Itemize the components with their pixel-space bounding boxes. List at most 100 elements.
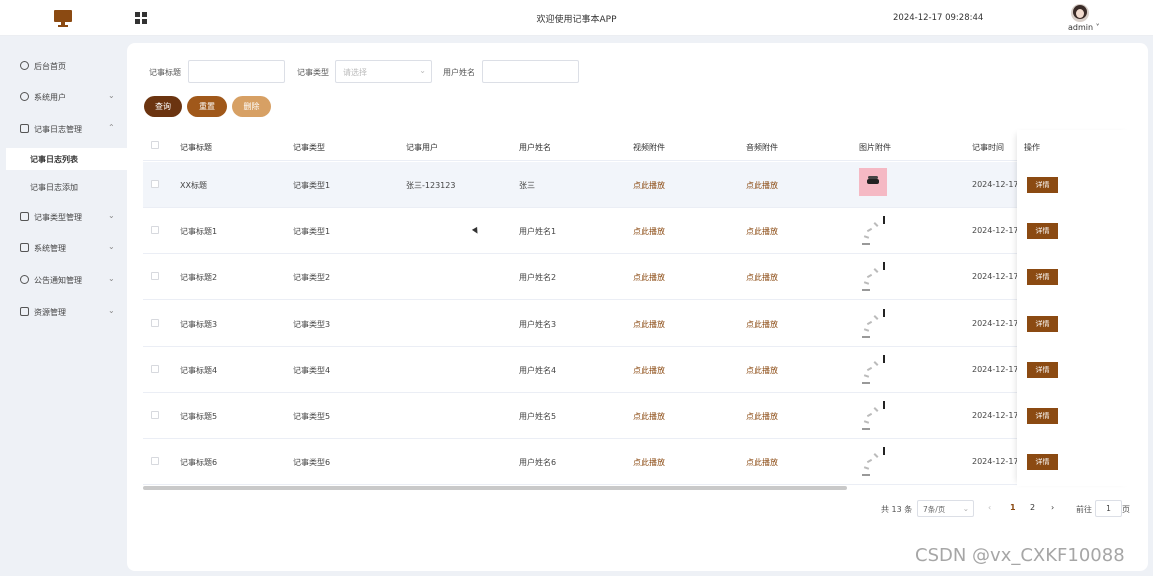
detail-button[interactable]: 详情 — [1027, 177, 1058, 193]
cell-type: 记事类型6 — [293, 458, 331, 468]
cell-title: 记事标题2 — [180, 273, 218, 283]
page-2-button[interactable]: 2 — [1030, 503, 1035, 512]
chevron-down-icon: ⌄ — [419, 66, 426, 75]
reset-button[interactable]: 重置 — [187, 96, 227, 117]
cell-audio[interactable]: 点此播放 — [746, 226, 778, 237]
cell-name: 用户姓名6 — [519, 458, 557, 468]
database-icon — [20, 307, 29, 316]
title-filter-input[interactable] — [188, 60, 285, 83]
detail-button[interactable]: 详情 — [1027, 454, 1058, 471]
sidebar-item-home[interactable]: 后台首页 — [0, 55, 127, 77]
title-filter-label: 记事标题 — [149, 68, 181, 77]
cell-video[interactable]: 点此播放 — [633, 365, 665, 376]
page-size-select[interactable]: 7条/页 ⌄ — [917, 500, 974, 517]
prev-page-button[interactable]: ‹ — [988, 503, 991, 512]
table-row[interactable]: 记事标题5 记事类型5 用户姓名5 点此播放 点此播放 2024-12-17 0 — [143, 393, 1133, 439]
image-icon — [20, 243, 29, 252]
cell-title: 记事标题1 — [180, 227, 218, 237]
column-header: 记事用户 — [406, 143, 438, 152]
cell-audio[interactable]: 点此播放 — [746, 457, 778, 468]
row-checkbox[interactable] — [151, 180, 159, 188]
select-all-checkbox[interactable] — [151, 141, 159, 149]
column-header: 记事时间 — [972, 143, 1004, 152]
sidebar-item-notes-log[interactable]: 记事日志管理 ⌃ — [0, 118, 127, 140]
table-row[interactable]: 记事标题6 记事类型6 用户姓名6 点此播放 点此播放 2024-12-17 0 — [143, 439, 1133, 486]
row-checkbox[interactable] — [151, 411, 159, 419]
cell-name: 用户姓名1 — [519, 227, 557, 237]
cell-audio[interactable]: 点此播放 — [746, 272, 778, 283]
column-header: 用户姓名 — [519, 143, 551, 152]
top-bar: 欢迎使用记事本APP 2024-12-17 09:28:44 admin ˅ — [0, 0, 1153, 36]
row-checkbox[interactable] — [151, 364, 159, 373]
image-thumbnail[interactable] — [859, 168, 887, 196]
type-filter-label: 记事类型 — [297, 68, 329, 77]
cell-audio[interactable]: 点此播放 — [746, 411, 778, 422]
row-checkbox[interactable] — [151, 457, 159, 466]
type-filter-select[interactable]: 请选择 ⌄ — [335, 60, 432, 83]
scrollbar-thumb[interactable] — [143, 486, 847, 490]
computer-logo-icon — [54, 10, 72, 27]
row-checkbox[interactable] — [151, 318, 159, 327]
cell-video[interactable]: 点此播放 — [633, 180, 665, 191]
cell-audio[interactable]: 点此播放 — [746, 365, 778, 376]
loading-spinner-icon — [859, 447, 887, 477]
detail-button[interactable]: 详情 — [1027, 361, 1058, 378]
column-header: 视频附件 — [633, 143, 665, 152]
cell-name: 用户姓名2 — [519, 273, 557, 283]
cell-video[interactable]: 点此播放 — [633, 319, 665, 330]
name-filter-label: 用户姓名 — [443, 68, 475, 77]
settings-icon — [20, 275, 29, 284]
detail-button[interactable]: 详情 — [1027, 269, 1058, 286]
sidebar-item-system-users[interactable]: 系统用户 ⌄ — [0, 86, 127, 108]
cell-type: 记事类型1 — [293, 181, 331, 190]
cell-title: 记事标题4 — [180, 365, 218, 375]
table-row[interactable]: 记事标题3 记事类型3 用户姓名3 点此播放 点此播放 2024-12-17 0 — [143, 301, 1133, 347]
horizontal-scrollbar[interactable] — [143, 486, 1133, 490]
sidebar-item-announcements[interactable]: 公告通知管理 ⌄ — [0, 269, 127, 291]
cell-name: 用户姓名4 — [519, 365, 557, 375]
cell-video[interactable]: 点此播放 — [633, 411, 665, 422]
name-filter-input[interactable] — [482, 60, 579, 83]
page-1-button[interactable]: 1 — [1010, 503, 1016, 512]
cell-name: 用户姓名5 — [519, 412, 557, 421]
clock-icon — [20, 61, 29, 70]
row-checkbox[interactable] — [151, 272, 159, 281]
chevron-down-icon: ⌄ — [962, 504, 969, 513]
cell-type: 记事类型4 — [293, 365, 331, 375]
goto-page-input[interactable]: 1 — [1095, 500, 1122, 517]
table-row[interactable]: 记事标题1 记事类型1 用户姓名1 点此播放 点此播放 2024-12-17 0 — [143, 208, 1133, 255]
cell-title: 记事标题3 — [180, 319, 218, 329]
cell-video[interactable]: 点此播放 — [633, 226, 665, 237]
sidebar-subitem-notes-add[interactable]: 记事日志添加 — [6, 176, 127, 198]
user-avatar[interactable] — [1071, 4, 1089, 22]
table-row[interactable]: 记事标题2 记事类型2 用户姓名2 点此播放 点此播放 2024-12-17 0 — [143, 254, 1133, 301]
loading-spinner-icon — [859, 262, 887, 292]
detail-button[interactable]: 详情 — [1027, 315, 1058, 332]
image-icon — [20, 124, 29, 133]
user-menu-dropdown[interactable]: admin ˅ — [1068, 23, 1100, 32]
sidebar-item-note-types[interactable]: 记事类型管理 ⌄ — [0, 206, 127, 228]
cell-title: 记事标题5 — [180, 412, 218, 421]
query-button[interactable]: 查询 — [144, 96, 182, 117]
cell-audio[interactable]: 点此播放 — [746, 180, 778, 191]
sidebar-item-resources[interactable]: 资源管理 ⌄ — [0, 301, 127, 323]
table-row[interactable]: 记事标题4 记事类型4 用户姓名4 点此播放 点此播放 2024-12-17 0 — [143, 347, 1133, 393]
delete-button[interactable]: 删除 — [232, 96, 271, 117]
next-page-button[interactable]: › — [1051, 503, 1054, 512]
cell-video[interactable]: 点此播放 — [633, 457, 665, 468]
loading-spinner-icon — [859, 308, 887, 339]
cell-video[interactable]: 点此播放 — [633, 272, 665, 283]
sidebar-item-label: 系统用户 — [34, 93, 66, 102]
detail-button[interactable]: 详情 — [1027, 408, 1058, 424]
detail-button[interactable]: 详情 — [1027, 223, 1058, 240]
cell-user: 张三-123123 — [406, 181, 456, 190]
cell-name: 张三 — [519, 181, 535, 190]
sidebar-item-label: 公告通知管理 — [34, 276, 82, 285]
table-row[interactable]: XX标题 记事类型1 张三-123123 张三 点此播放 点此播放 2024-12-17 0 — [143, 162, 1133, 208]
column-header: 操作 — [1024, 143, 1040, 152]
menu-grid-icon[interactable] — [135, 12, 147, 24]
cell-audio[interactable]: 点此播放 — [746, 319, 778, 330]
sidebar-item-system-management[interactable]: 系统管理 ⌄ — [0, 237, 127, 259]
sidebar-subitem-notes-list[interactable]: 记事日志列表 — [6, 148, 127, 170]
row-checkbox[interactable] — [151, 226, 159, 235]
